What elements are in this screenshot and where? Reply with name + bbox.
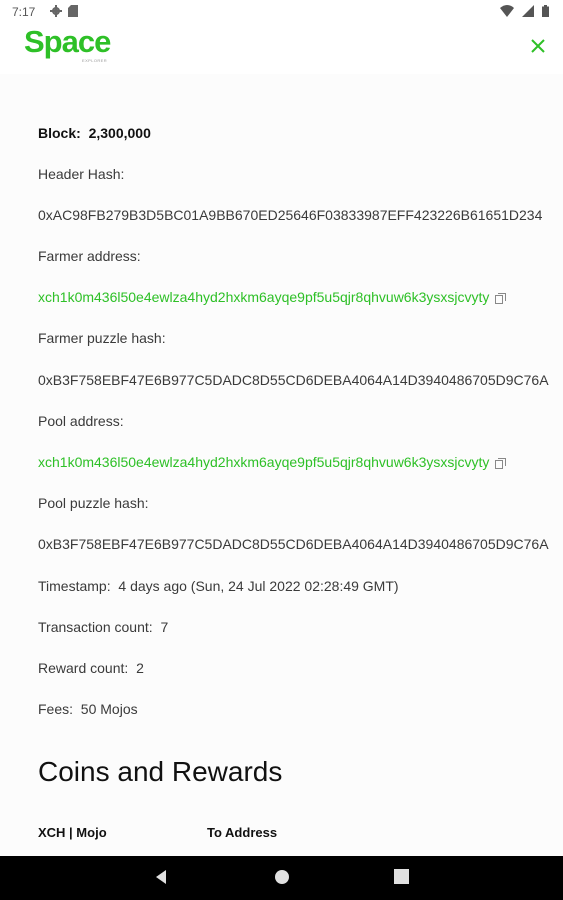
column-header-xch-mojo: XCH | Mojo xyxy=(38,825,107,840)
sim-card-icon xyxy=(68,4,78,22)
gear-icon xyxy=(50,4,62,22)
fees-value: 50 Mojos xyxy=(80,701,138,717)
transaction-count-value: 7 xyxy=(160,619,169,635)
space-explorer-logo: Space EXPLORER xyxy=(24,24,111,64)
reward-count-value: 2 xyxy=(136,660,144,676)
battery-icon xyxy=(542,4,549,22)
transaction-count-label: Transaction count: xyxy=(38,619,153,635)
logo-subtext: EXPLORER xyxy=(82,58,107,63)
copy-icon[interactable] xyxy=(495,456,507,472)
logo-text: Space xyxy=(24,24,111,59)
timestamp-label: Timestamp: xyxy=(38,578,111,594)
pool-puzzle-hash-value: 0xB3F758EBF47E6B977C5DADC8D55CD6DEBA4064… xyxy=(38,536,549,552)
pool-puzzle-hash-label: Pool puzzle hash: xyxy=(38,495,149,511)
block-number: 2,300,000 xyxy=(88,125,151,141)
fees-row: Fees: 50 Mojos xyxy=(38,701,138,717)
status-time: 7:17 xyxy=(12,5,36,19)
block-number-row: Block: 2,300,000 xyxy=(38,125,151,141)
timestamp-row: Timestamp: 4 days ago (Sun, 24 Jul 2022 … xyxy=(38,578,399,594)
app-header: Space EXPLORER xyxy=(0,24,563,74)
pool-address-row: xch1k0m436l50e4ewlza4hyd2hxkm6ayqe9pf5u5… xyxy=(38,454,507,472)
home-icon[interactable] xyxy=(274,869,290,890)
reward-count-label: Reward count: xyxy=(38,660,129,676)
pool-address-link[interactable]: xch1k0m436l50e4ewlza4hyd2hxkm6ayqe9pf5u5… xyxy=(38,454,489,470)
close-icon xyxy=(531,39,545,53)
status-bar: 7:17 xyxy=(0,0,563,24)
coins-and-rewards-heading: Coins and Rewards xyxy=(38,756,283,787)
farmer-puzzle-hash-label: Farmer puzzle hash: xyxy=(38,330,166,346)
header-hash-label: Header Hash: xyxy=(38,166,125,182)
farmer-address-link[interactable]: xch1k0m436l50e4ewlza4hyd2hxkm6ayqe9pf5u5… xyxy=(38,289,489,305)
transaction-count-row: Transaction count: 7 xyxy=(38,619,168,635)
farmer-address-label: Farmer address: xyxy=(38,248,141,264)
pool-address-label: Pool address: xyxy=(38,413,124,429)
farmer-puzzle-hash-value: 0xB3F758EBF47E6B977C5DADC8D55CD6DEBA4064… xyxy=(38,372,549,388)
system-nav-bar xyxy=(0,856,563,900)
block-label: Block: xyxy=(38,125,81,141)
block-details: Block: 2,300,000 Header Hash: 0xAC98FB27… xyxy=(0,74,563,856)
timestamp-value: 4 days ago (Sun, 24 Jul 2022 02:28:49 GM… xyxy=(118,578,399,594)
column-header-to-address: To Address xyxy=(207,825,278,840)
close-button[interactable] xyxy=(527,35,549,57)
signal-icon xyxy=(522,4,534,22)
fees-label: Fees: xyxy=(38,701,74,717)
wifi-icon xyxy=(500,4,514,22)
copy-icon[interactable] xyxy=(495,291,507,307)
reward-count-row: Reward count: 2 xyxy=(38,660,144,676)
recents-icon[interactable] xyxy=(394,869,409,889)
back-icon[interactable] xyxy=(153,869,169,890)
farmer-address-row: xch1k0m436l50e4ewlza4hyd2hxkm6ayqe9pf5u5… xyxy=(38,289,507,307)
header-hash-value: 0xAC98FB279B3D5BC01A9BB670ED25646F038339… xyxy=(38,207,543,223)
